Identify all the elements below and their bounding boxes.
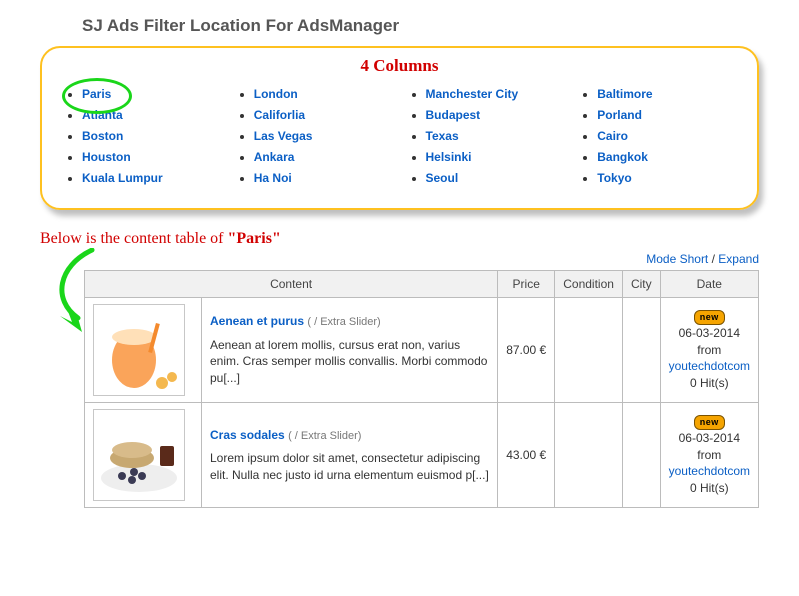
city-cell (622, 403, 660, 508)
mode-separator: / (708, 252, 718, 266)
location-link[interactable]: Helsinki (426, 150, 472, 164)
location-item: Budapest (426, 108, 572, 122)
ad-description: Aenean at lorem mollis, cursus erat non,… (210, 337, 489, 387)
location-col-3: Manchester City Budapest Texas Helsinki Seou… (400, 80, 572, 192)
location-link[interactable]: Ankara (254, 150, 295, 164)
content-cell: Cras sodales ( / Extra Slider) Lorem ipsu… (202, 403, 498, 508)
location-link[interactable]: Paris (82, 87, 111, 101)
th-date: Date (660, 271, 758, 298)
th-price: Price (498, 271, 555, 298)
location-item: Ha Noi (254, 171, 400, 185)
columns-label: 4 Columns (56, 56, 743, 76)
user-link[interactable]: youtechdotcom (669, 464, 750, 478)
new-badge: new (694, 310, 725, 325)
location-link[interactable]: Califorlia (254, 108, 305, 122)
caption-city: "Paris" (228, 230, 281, 247)
ad-category: ( / Extra Slider) (288, 430, 361, 442)
location-item: Texas (426, 129, 572, 143)
location-link[interactable]: Baltimore (597, 87, 652, 101)
ads-table: Content Price Condition City Date Aenean… (84, 270, 759, 508)
table-row: Aenean et purus ( / Extra Slider) Aenean … (85, 298, 759, 403)
location-item: Ankara (254, 150, 400, 164)
location-item: Houston (82, 150, 228, 164)
mode-expand-link[interactable]: Expand (718, 252, 759, 266)
ad-date: 06-03-2014 (679, 431, 740, 445)
content-cell: Aenean et purus ( / Extra Slider) Aenean … (202, 298, 498, 403)
location-link[interactable]: Cairo (597, 129, 628, 143)
location-link[interactable]: Atlanta (82, 108, 123, 122)
location-link[interactable]: Ha Noi (254, 171, 292, 185)
location-link[interactable]: Porland (597, 108, 642, 122)
caption-prefix: Below is the content table of (40, 230, 228, 247)
location-item: Boston (82, 129, 228, 143)
location-link[interactable]: Texas (426, 129, 459, 143)
location-link[interactable]: Tokyo (597, 171, 631, 185)
location-item: London (254, 87, 400, 101)
location-link[interactable]: Houston (82, 150, 131, 164)
location-item: Cairo (597, 129, 743, 143)
location-item: Kuala Lumpur (82, 171, 228, 185)
ad-thumbnail[interactable] (93, 304, 185, 396)
th-condition: Condition (555, 271, 623, 298)
location-item: Helsinki (426, 150, 572, 164)
ad-title-link[interactable]: Cras sodales (210, 428, 285, 442)
ad-date: 06-03-2014 (679, 326, 740, 340)
location-filter-box: 4 Columns Paris Atlanta Boston Houston Kuala… (40, 46, 759, 210)
location-link[interactable]: Bangkok (597, 150, 648, 164)
mode-short-link[interactable]: Mode Short (646, 252, 708, 266)
location-item: Bangkok (597, 150, 743, 164)
location-link[interactable]: London (254, 87, 298, 101)
new-badge: new (694, 415, 725, 430)
th-city: City (622, 271, 660, 298)
date-cell: new06-03-2014 from youtechdotcom 0 Hit(s) (660, 403, 758, 508)
location-link[interactable]: Kuala Lumpur (82, 171, 163, 185)
ad-category: ( / Extra Slider) (307, 316, 380, 328)
location-link[interactable]: Manchester City (426, 87, 519, 101)
table-row: Cras sodales ( / Extra Slider) Lorem ipsu… (85, 403, 759, 508)
ad-thumbnail[interactable] (93, 409, 185, 501)
location-item: Porland (597, 108, 743, 122)
location-link[interactable]: Las Vegas (254, 129, 313, 143)
city-cell (622, 298, 660, 403)
location-item: Tokyo (597, 171, 743, 185)
location-link[interactable]: Seoul (426, 171, 459, 185)
location-item: Califorlia (254, 108, 400, 122)
ad-description: Lorem ipsum dolor sit amet, consectetur … (210, 450, 489, 484)
location-item: Baltimore (597, 87, 743, 101)
from-label: from (697, 343, 721, 357)
content-caption: Below is the content table of "Paris" (40, 230, 759, 248)
price-cell: 87.00 € (498, 298, 555, 403)
location-columns: Paris Atlanta Boston Houston Kuala Lumpur Lo… (56, 80, 743, 192)
page-title: SJ Ads Filter Location For AdsManager (82, 16, 759, 36)
location-col-2: London Califorlia Las Vegas Ankara Ha Noi (228, 80, 400, 192)
location-item: Paris (82, 87, 228, 101)
location-item: Seoul (426, 171, 572, 185)
location-link[interactable]: Boston (82, 129, 123, 143)
hits-label: 0 Hit(s) (690, 481, 729, 495)
location-item: Manchester City (426, 87, 572, 101)
location-item: Las Vegas (254, 129, 400, 143)
location-col-4: Baltimore Porland Cairo Bangkok Tokyo (571, 80, 743, 192)
table-header-row: Content Price Condition City Date (85, 271, 759, 298)
condition-cell (555, 403, 623, 508)
location-col-1: Paris Atlanta Boston Houston Kuala Lumpur (56, 80, 228, 192)
location-link[interactable]: Budapest (426, 108, 481, 122)
from-label: from (697, 448, 721, 462)
hits-label: 0 Hit(s) (690, 376, 729, 390)
arrow-icon (52, 248, 102, 338)
mode-toggle: Mode Short / Expand (84, 252, 759, 266)
user-link[interactable]: youtechdotcom (669, 359, 750, 373)
date-cell: new06-03-2014 from youtechdotcom 0 Hit(s) (660, 298, 758, 403)
ad-title-link[interactable]: Aenean et purus (210, 314, 304, 328)
price-cell: 43.00 € (498, 403, 555, 508)
condition-cell (555, 298, 623, 403)
location-item: Atlanta (82, 108, 228, 122)
th-content: Content (85, 271, 498, 298)
